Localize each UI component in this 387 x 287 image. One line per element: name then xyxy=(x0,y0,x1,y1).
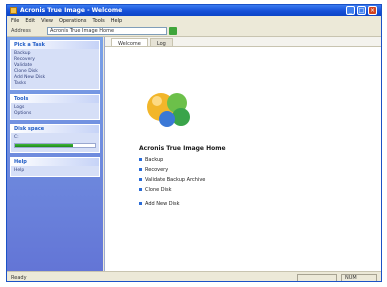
task-link-validate[interactable]: Validate Backup Archive xyxy=(139,177,205,183)
go-icon[interactable] xyxy=(169,27,177,35)
menu-tools[interactable]: Tools xyxy=(92,18,104,24)
address-bar: Address Acronis True Image Home xyxy=(7,25,381,37)
status-num: NUM xyxy=(341,274,377,281)
tab-strip: Welcome Log xyxy=(105,37,381,47)
logo-icon xyxy=(147,93,190,127)
sidebar-item-label: Options xyxy=(14,111,32,116)
panel-help: Help Help xyxy=(10,157,100,177)
menu-operations[interactable]: Operations xyxy=(59,18,87,24)
menu-view[interactable]: View xyxy=(41,18,53,24)
task-sidebar: Pick a Task Backup Recovery Validate Clo… xyxy=(7,37,103,271)
task-label: Backup xyxy=(145,157,164,163)
panel-title[interactable]: Help xyxy=(11,158,99,166)
panel-title[interactable]: Disk space xyxy=(11,125,99,133)
app-window: Acronis True Image - Welcome _ □ × File … xyxy=(6,4,382,282)
window-title: Acronis True Image - Welcome xyxy=(20,7,123,14)
menu-edit[interactable]: Edit xyxy=(25,18,35,24)
panel-title[interactable]: Tools xyxy=(11,95,99,103)
status-cell xyxy=(297,274,337,281)
status-bar: Ready NUM xyxy=(7,271,381,281)
menu-bar: File Edit View Operations Tools Help xyxy=(7,16,381,25)
maximize-button[interactable]: □ xyxy=(357,6,366,15)
sidebar-item-options[interactable]: Options xyxy=(14,111,96,117)
sidebar-item-tasks[interactable]: Tasks xyxy=(14,81,96,87)
disk-row: C: xyxy=(14,135,96,141)
bullet-icon xyxy=(139,158,142,161)
main-content: Welcome Log Acronis True Image Home Back… xyxy=(104,37,381,271)
sidebar-item-label: Help xyxy=(14,168,25,173)
minimize-button[interactable]: _ xyxy=(346,6,355,15)
close-button[interactable]: × xyxy=(368,6,377,15)
bullet-icon xyxy=(139,178,142,181)
disk-usage-fill xyxy=(15,144,73,147)
tab-welcome[interactable]: Welcome xyxy=(111,38,148,47)
bullet-icon xyxy=(139,188,142,191)
panel-title[interactable]: Pick a Task xyxy=(11,41,99,49)
menu-file[interactable]: File xyxy=(11,18,19,24)
sidebar-item-label: Tasks xyxy=(14,81,27,86)
title-bar[interactable]: Acronis True Image - Welcome _ □ × xyxy=(7,5,381,16)
task-label: Validate Backup Archive xyxy=(145,177,206,183)
task-link-add-disk[interactable]: Add New Disk xyxy=(139,201,180,207)
address-field[interactable]: Acronis True Image Home xyxy=(47,27,167,35)
sidebar-item-help[interactable]: Help xyxy=(14,168,96,174)
disk-usage-bar xyxy=(14,143,96,148)
task-label: Add New Disk xyxy=(145,201,180,207)
tab-log[interactable]: Log xyxy=(149,38,173,47)
task-link-recovery[interactable]: Recovery xyxy=(139,167,168,173)
bullet-icon xyxy=(139,202,142,205)
section-title: Acronis True Image Home xyxy=(139,145,226,152)
panel-disk-space: Disk space C: xyxy=(10,124,100,153)
bullet-icon xyxy=(139,168,142,171)
task-link-backup[interactable]: Backup xyxy=(139,157,163,163)
panel-tools: Tools Logs Options xyxy=(10,94,100,120)
disk-label: C: xyxy=(14,135,19,140)
menu-help[interactable]: Help xyxy=(111,18,122,24)
status-text: Ready xyxy=(11,275,27,281)
task-label: Recovery xyxy=(145,167,169,173)
panel-tasks: Pick a Task Backup Recovery Validate Clo… xyxy=(10,40,100,90)
task-label: Clone Disk xyxy=(145,187,172,193)
app-icon xyxy=(10,7,17,14)
task-link-clone[interactable]: Clone Disk xyxy=(139,187,172,193)
address-label: Address xyxy=(11,28,31,34)
